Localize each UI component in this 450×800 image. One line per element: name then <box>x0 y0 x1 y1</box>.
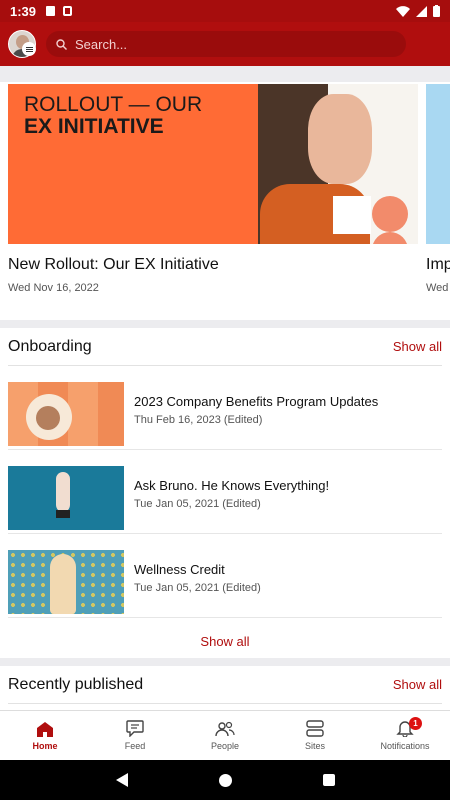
item-title: 2023 Company Benefits Program Updates <box>134 394 379 409</box>
wifi-icon <box>396 5 410 17</box>
sim-icon <box>46 6 56 16</box>
onboarding-section: Onboarding Show all 2023 Company Benefit… <box>0 328 450 658</box>
nav-home[interactable]: Home <box>0 711 90 760</box>
item-date: Thu Feb 16, 2023 (Edited) <box>134 414 263 426</box>
list-item[interactable]: 2023 Company Benefits Program Updates Th… <box>8 366 442 450</box>
back-icon[interactable] <box>115 773 128 787</box>
item-title: Ask Bruno. He Knows Everything! <box>134 478 330 493</box>
show-all-bottom-link[interactable]: Show all <box>0 634 450 649</box>
section-header: Recently published Show all <box>8 666 442 704</box>
item-title: Wellness Credit <box>134 562 225 577</box>
recently-published-section: Recently published Show all <box>0 666 450 710</box>
storage-icon <box>63 6 73 16</box>
section-title: Onboarding <box>8 337 92 355</box>
show-all-link[interactable]: Show all <box>393 339 442 354</box>
featured-date: Wed Nov 16, 2022 <box>8 282 99 294</box>
show-all-link[interactable]: Show all <box>393 677 442 692</box>
list-item[interactable]: Wellness Credit Tue Jan 05, 2021 (Edited… <box>8 534 442 618</box>
system-navigation <box>0 760 450 800</box>
status-bar: 1:39 <box>0 0 450 22</box>
section-title: Recently published <box>8 675 144 693</box>
featured-carousel[interactable]: ROLLOUT — OUR EX INITIATIVE New Rollout:… <box>0 82 450 320</box>
sites-icon <box>306 720 324 737</box>
recents-icon[interactable] <box>322 774 335 786</box>
main-content: ROLLOUT — OUR EX INITIATIVE New Rollout:… <box>0 66 450 710</box>
section-header: Onboarding Show all <box>8 328 442 366</box>
app-header: Search... <box>0 22 450 66</box>
next-featured-image[interactable] <box>426 84 450 244</box>
bottom-navigation: Home Feed People Sites Notifications 1 <box>0 710 450 760</box>
item-date: Tue Jan 05, 2021 (Edited) <box>134 582 261 594</box>
featured-image-text: ROLLOUT — OUR EX INITIATIVE <box>24 93 203 138</box>
feed-icon <box>126 720 144 737</box>
nav-notifications[interactable]: Notifications 1 <box>360 711 450 760</box>
battery-icon <box>433 5 440 17</box>
search-placeholder: Search... <box>75 36 128 52</box>
search-input[interactable]: Search... <box>46 31 406 57</box>
home-button-icon[interactable] <box>218 773 232 787</box>
status-time: 1:39 <box>10 3 37 19</box>
nav-sites[interactable]: Sites <box>270 711 360 760</box>
next-featured-title[interactable]: Imp <box>426 256 450 274</box>
next-featured-date: Wed <box>426 282 449 294</box>
featured-image[interactable]: ROLLOUT — OUR EX INITIATIVE <box>8 84 418 244</box>
home-icon <box>37 721 53 737</box>
nav-feed[interactable]: Feed <box>90 711 180 760</box>
item-thumbnail <box>8 466 124 530</box>
item-date: Tue Jan 05, 2021 (Edited) <box>134 498 261 510</box>
menu-icon[interactable] <box>22 42 36 56</box>
item-thumbnail <box>8 382 124 446</box>
list-item[interactable]: Ask Bruno. He Knows Everything! Tue Jan … <box>8 450 442 534</box>
featured-title[interactable]: New Rollout: Our EX Initiative <box>8 256 219 274</box>
nav-people[interactable]: People <box>180 711 270 760</box>
notification-count-badge: 1 <box>409 717 422 730</box>
signal-icon <box>416 5 427 17</box>
people-icon <box>215 721 235 736</box>
item-thumbnail <box>8 550 124 614</box>
search-icon <box>56 38 67 50</box>
